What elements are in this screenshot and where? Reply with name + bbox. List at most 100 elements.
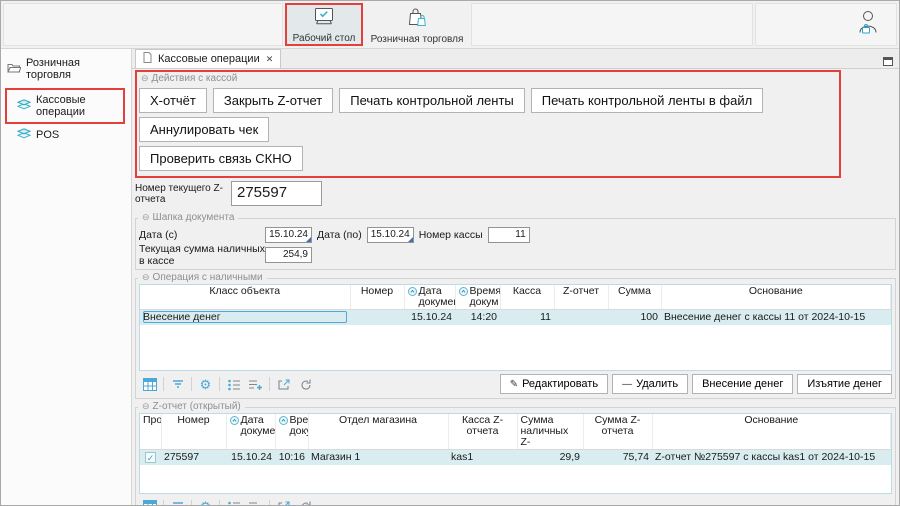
delete-button[interactable]: —Удалить: [612, 374, 688, 394]
z-report-row[interactable]: ✓ 275597 15.10.24 10:16 Магазин 1 kas1 2…: [140, 450, 891, 465]
row-checkbox[interactable]: ✓: [145, 452, 156, 463]
list-add-icon[interactable]: [245, 375, 266, 394]
desktop-icon: [311, 6, 337, 31]
z-report-title: Z-отчет (открытый): [153, 401, 241, 412]
cell-class[interactable]: Внесение денег: [143, 311, 347, 323]
refresh-icon[interactable]: [295, 497, 316, 506]
cash-in-button[interactable]: Внесение денег: [692, 374, 793, 394]
retail-toolbar-button[interactable]: Розничная торговля: [365, 3, 469, 46]
col-number[interactable]: Номер: [350, 285, 404, 310]
col-time[interactable]: Время докум: [455, 285, 500, 310]
cell-number[interactable]: [350, 310, 404, 325]
numbered-list-icon[interactable]: [223, 375, 244, 394]
cell-date[interactable]: 15.10.24: [404, 310, 455, 325]
cash-ops-action-buttons: ✎Редактировать —Удалить Внесение денег И…: [500, 374, 892, 394]
folder-icon: [7, 62, 21, 76]
actions-section-title: Действия с кассой: [152, 73, 238, 84]
cell-zreport[interactable]: [554, 310, 608, 325]
list-add-icon[interactable]: [245, 497, 266, 506]
shopping-bag-icon: [405, 5, 429, 32]
document-icon: [143, 52, 152, 66]
cell-kassa[interactable]: kas1: [448, 450, 517, 465]
sidebar-root-retail[interactable]: Розничная торговля: [1, 54, 131, 87]
col-kassa[interactable]: Касса Z-отчета: [448, 414, 517, 450]
tab-close-icon[interactable]: ✕: [266, 54, 274, 65]
col-class[interactable]: Класс объекта: [140, 285, 350, 310]
filter-icon[interactable]: [167, 375, 188, 394]
col-cash-sum[interactable]: Сумма наличных Z-: [517, 414, 583, 450]
toolbar-separator: [191, 500, 192, 506]
numbered-list-icon[interactable]: [223, 497, 244, 506]
navigation-sidebar: Розничная торговля Кассовые операции POS: [1, 49, 132, 505]
collapse-icon[interactable]: ⊖: [142, 212, 150, 223]
filter-icon[interactable]: [167, 497, 188, 506]
cell-store[interactable]: Магазин 1: [308, 450, 448, 465]
collapse-icon[interactable]: ⊖: [142, 401, 150, 412]
col-number[interactable]: Номер: [161, 414, 226, 450]
col-reason[interactable]: Основание: [661, 285, 891, 310]
collapse-icon[interactable]: ⊖: [141, 73, 149, 84]
export-icon[interactable]: [273, 497, 294, 506]
export-icon[interactable]: [273, 375, 294, 394]
col-sum[interactable]: Сумма: [608, 285, 661, 310]
sidebar-root-label: Розничная торговля: [26, 57, 127, 81]
doc-header-row-1: Дата (с) 15.10.24 Дата (по) 15.10.24 Ном…: [139, 226, 892, 243]
cell-time[interactable]: 10:16: [275, 450, 308, 465]
sidebar-item-pos[interactable]: POS: [1, 125, 131, 145]
table-grid-icon[interactable]: [139, 375, 160, 394]
sidebar-item-cash-operations[interactable]: Кассовые операции: [15, 91, 121, 121]
col-date[interactable]: Дата документа: [404, 285, 455, 310]
collapse-icon[interactable]: ⊖: [142, 272, 150, 283]
cash-ops-row[interactable]: Внесение денег 15.10.24 14:20 11 100 Вне…: [140, 310, 891, 325]
z-report-section-header[interactable]: ⊖ Z-отчет (открытый): [138, 401, 245, 412]
col-z-sum[interactable]: Сумма Z-отчета: [583, 414, 652, 450]
actions-row-3: Проверить связь СКНО: [139, 146, 835, 171]
cell-reason[interactable]: Z-отчет №275597 с кассы kas1 от 2024-10-…: [652, 450, 891, 465]
tab-cash-operations[interactable]: Кассовые операции ✕: [135, 49, 281, 68]
col-date[interactable]: Дата документа: [226, 414, 275, 450]
date-to-input[interactable]: 15.10.24: [367, 227, 414, 243]
window-restore-icon[interactable]: [883, 53, 893, 71]
current-z-number-input[interactable]: 275597: [231, 181, 322, 206]
col-kassa[interactable]: Касса: [500, 285, 554, 310]
sort-asc-icon: [459, 287, 468, 296]
col-store[interactable]: Отдел магазина: [308, 414, 448, 450]
actions-section-highlight: ⊖ Действия с кассой X-отчёт Закрыть Z-от…: [135, 70, 841, 178]
gear-icon[interactable]: ⚙: [195, 497, 216, 506]
tab-label: Кассовые операции: [158, 53, 260, 65]
col-checked[interactable]: Прове: [140, 414, 161, 450]
actions-section-header[interactable]: ⊖ Действия с кассой: [139, 72, 835, 84]
cell-number[interactable]: 275597: [161, 450, 226, 465]
current-cash-sum-input[interactable]: 254,9: [265, 247, 312, 263]
table-grid-icon[interactable]: [139, 497, 160, 506]
date-from-input[interactable]: 15.10.24: [265, 227, 312, 243]
minus-icon: —: [622, 379, 632, 390]
cell-cash-sum[interactable]: 29,9: [517, 450, 583, 465]
col-zreport[interactable]: Z-отчет: [554, 285, 608, 310]
col-reason[interactable]: Основание: [652, 414, 891, 450]
cell-z-sum[interactable]: 75,74: [583, 450, 652, 465]
desktop-toolbar-button[interactable]: Рабочий стол: [285, 3, 363, 46]
col-time[interactable]: Время докум: [275, 414, 308, 450]
print-control-tape-file-button[interactable]: Печать контрольной ленты в файл: [531, 88, 763, 113]
refresh-icon[interactable]: [295, 375, 316, 394]
cash-number-input[interactable]: 11: [488, 227, 530, 243]
cell-kassa[interactable]: 11: [500, 310, 554, 325]
cash-operations-form: ⊖ Действия с кассой X-отчёт Закрыть Z-от…: [132, 69, 899, 505]
cash-ops-section-header[interactable]: ⊖ Операция с наличными: [138, 272, 267, 283]
doc-header-section-header[interactable]: ⊖ Шапка документа: [138, 212, 238, 223]
x-report-button[interactable]: X-отчёт: [139, 88, 207, 113]
cash-out-button[interactable]: Изъятие денег: [797, 374, 892, 394]
cell-reason[interactable]: Внесение денег с кассы 11 от 2024-10-15: [661, 310, 891, 325]
annul-check-button[interactable]: Аннулировать чек: [139, 117, 269, 142]
print-control-tape-button[interactable]: Печать контрольной ленты: [339, 88, 525, 113]
cell-date[interactable]: 15.10.24: [226, 450, 275, 465]
cell-sum[interactable]: 100: [608, 310, 661, 325]
user-lock-icon[interactable]: [856, 8, 880, 41]
close-z-report-button[interactable]: Закрыть Z-отчет: [213, 88, 333, 113]
check-skno-button[interactable]: Проверить связь СКНО: [139, 146, 303, 171]
cash-ops-table: Класс объекта Номер Дата документа Время…: [139, 284, 892, 371]
gear-icon[interactable]: ⚙: [195, 375, 216, 394]
edit-button[interactable]: ✎Редактировать: [500, 374, 608, 394]
cell-time[interactable]: 14:20: [455, 310, 500, 325]
